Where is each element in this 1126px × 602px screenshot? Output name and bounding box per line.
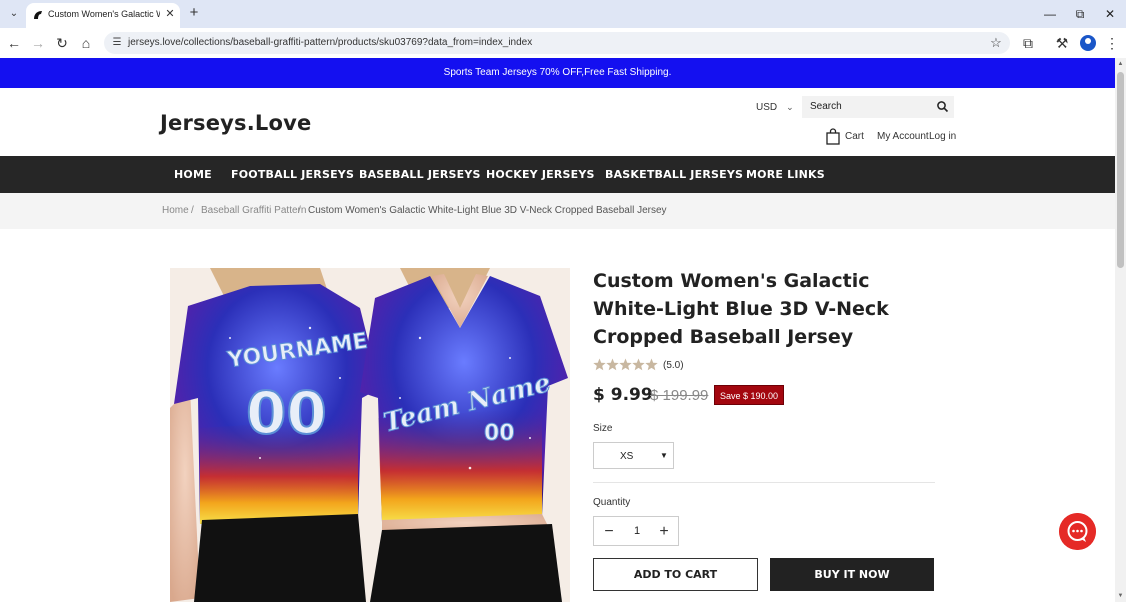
announcement-bar[interactable]: Sports Team Jerseys 70% OFF,Free Fast Sh… [0,58,1115,88]
tab-title: Custom Women's Galactic White-Light Blue… [48,9,160,19]
size-select[interactable]: XS ▼ [593,442,674,469]
new-tab-button[interactable]: + [186,4,202,22]
close-window-icon[interactable]: ✕ [1102,6,1118,22]
currency-value: USD [756,102,778,113]
minus-icon[interactable]: − [599,522,619,542]
cart-link[interactable]: Cart [845,131,864,142]
compare-at-price: $ 199.99 [650,387,709,404]
site-favicon-icon [34,11,42,19]
extensions-icon[interactable]: ⧉ [1020,35,1036,51]
page-scrollbar[interactable]: ▲ ▼ [1115,58,1126,602]
quantity-stepper: − 1 + [593,516,679,546]
divider [593,482,935,483]
breadcrumb: Home / Baseball Graffiti Pattern / Custo… [0,193,1115,229]
search-input[interactable]: Search [802,96,954,118]
breadcrumb-current: Custom Women's Galactic White-Light Blue… [308,205,667,216]
browser-tab-strip: ⌄ Custom Women's Galactic White-Light Bl… [0,0,1126,28]
reload-icon[interactable]: ↻ [54,35,70,51]
home-icon[interactable]: ⌂ [78,35,94,51]
site-logo[interactable]: Jerseys.Love [160,111,311,135]
buy-it-now-button[interactable]: BUY IT NOW [770,558,934,591]
caret-down-icon: ▼ [660,451,668,460]
nav-item-hockey-jerseys[interactable]: HOCKEY JERSEYS [486,168,595,181]
jersey-back-number: 00 [246,379,327,447]
url-text[interactable]: jerseys.love/collections/baseball-graffi… [128,37,532,48]
restore-window-icon[interactable]: ⧉ [1072,6,1088,22]
chat-support-icon[interactable] [1059,513,1096,550]
nav-item-basketball-jerseys[interactable]: BASKETBALL JERSEYS [605,168,743,181]
page-viewport: Sports Team Jerseys 70% OFF,Free Fast Sh… [0,58,1115,602]
scrollbar-thumb[interactable] [1117,72,1124,268]
size-label: Size [593,423,613,434]
jersey-front-number: 00 [484,421,515,446]
breadcrumb-home-link[interactable]: Home [162,205,189,216]
nav-item-home[interactable]: HOME [174,168,212,181]
tab-search-chevron-icon[interactable]: ⌄ [6,6,22,22]
back-arrow-icon[interactable]: ← [6,35,22,51]
currency-selector[interactable]: USD ⌄ [756,102,794,113]
breadcrumb-separator: / [191,205,194,216]
rating-stars-icon [593,358,658,371]
profile-avatar-icon[interactable] [1080,35,1096,51]
search-icon[interactable] [936,100,949,113]
breadcrumb-collection-link[interactable]: Baseball Graffiti Pattern [201,205,306,216]
bookmark-star-icon[interactable]: ☆ [988,35,1004,51]
add-to-cart-button[interactable]: ADD TO CART [593,558,758,591]
product-title: Custom Women's Galactic White-Light Blue… [593,270,889,348]
quantity-value[interactable]: 1 [630,525,644,537]
login-link[interactable]: Log in [929,131,956,142]
rating-value[interactable]: (5.0) [663,360,684,371]
quantity-label: Quantity [593,497,631,508]
product-price: $ 9.99 [593,385,653,405]
close-tab-icon[interactable]: ✕ [164,7,176,21]
main-navigation: HOME FOOTBALL JERSEYS BASEBALL JERSEYS H… [0,156,1115,193]
chevron-down-icon: ⌄ [786,102,794,112]
browser-toolbar: ← → ↻ ⌂ ☰ jerseys.love/collections/baseb… [0,28,1126,58]
breadcrumb-separator: / [298,205,301,216]
forward-arrow-icon[interactable]: → [30,35,46,51]
site-info-icon[interactable]: ☰ [110,36,124,50]
save-badge: Save $ 190.00 [714,385,785,405]
browser-tab[interactable]: Custom Women's Galactic White-Light Blue… [26,3,180,28]
nav-item-more-links[interactable]: MORE LINKS [746,168,825,181]
menu-kebab-icon[interactable]: ⋮ [1104,35,1120,51]
product-image[interactable]: YOURNAME 00 Team Name 00 [170,268,570,602]
address-bar[interactable]: ☰ jerseys.love/collections/baseball-graf… [104,32,1010,54]
nav-item-football-jerseys[interactable]: FOOTBALL JERSEYS [231,168,354,181]
minimize-icon[interactable]: — [1042,6,1058,22]
nav-item-baseball-jerseys[interactable]: BASEBALL JERSEYS [359,168,481,181]
search-placeholder: Search [810,101,842,112]
size-value: XS [620,451,634,462]
scroll-down-arrow-icon[interactable]: ▼ [1117,592,1124,600]
cart-bag-icon[interactable] [826,128,840,145]
scroll-up-arrow-icon[interactable]: ▲ [1117,60,1124,68]
plus-icon[interactable]: + [654,522,674,542]
labs-flask-icon[interactable]: ⚒ [1054,35,1070,51]
my-account-link[interactable]: My Account [877,131,929,142]
